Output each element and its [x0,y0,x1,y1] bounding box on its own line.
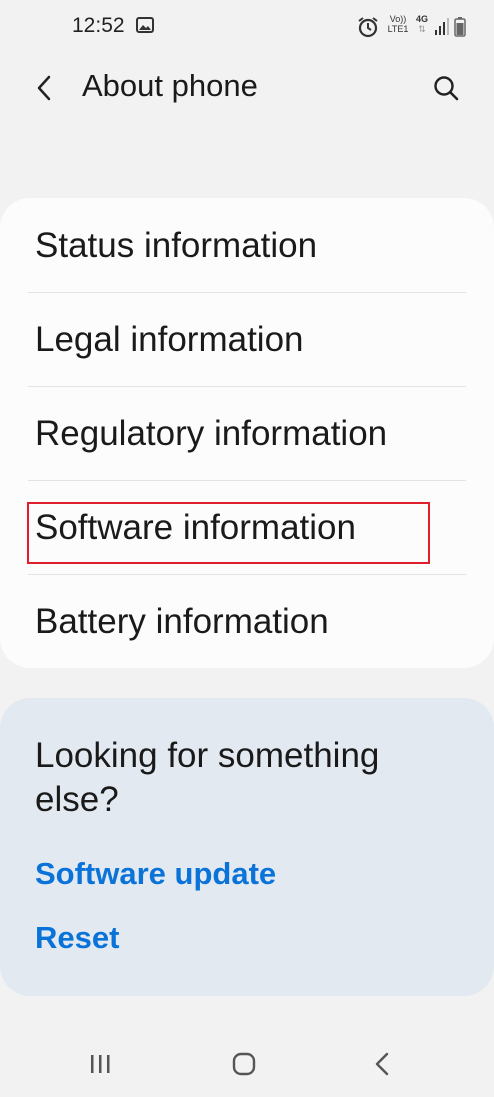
gallery-icon [136,16,154,39]
about-info-list: Status information Legal information Reg… [0,198,494,668]
home-icon [232,1052,256,1075]
battery-icon [454,17,466,42]
back-button[interactable] [22,66,66,110]
status-information-item[interactable]: Status information [0,198,494,292]
item-label: Legal information [35,320,304,359]
status-bar: 12:52 Vo)) LTE1 4G ⇅ [0,0,494,54]
recent-apps-icon [91,1054,110,1073]
regulatory-information-item[interactable]: Regulatory information [0,386,494,480]
4g-data-icon: 4G ⇅ [412,14,432,34]
signal-icon [434,18,450,41]
item-label: Battery information [35,602,329,641]
chevron-left-icon [37,75,51,101]
search-icon [434,76,459,101]
item-label: Regulatory information [35,414,388,453]
system-back-button[interactable] [352,1030,412,1097]
software-update-link[interactable]: Software update [35,856,276,892]
status-time: 12:52 [72,14,125,37]
battery-information-item[interactable]: Battery information [0,574,494,668]
app-header: About phone [0,54,494,124]
page-title: About phone [82,68,258,103]
volte-top-text: Vo)) [389,14,407,24]
alarm-icon [356,16,380,43]
search-button[interactable] [424,66,468,110]
navigation-bar [0,1030,494,1097]
network-type: 4G [415,14,428,24]
reset-link[interactable]: Reset [35,920,119,956]
volte-bottom-text: LTE1 [387,24,409,34]
suggestions-title: Looking for something else? [35,736,380,819]
back-icon [375,1052,389,1075]
legal-information-item[interactable]: Legal information [0,292,494,386]
highlight-annotation [27,502,430,564]
recent-apps-button[interactable] [70,1030,130,1097]
suggestions-card: Looking for something else? Software upd… [0,698,494,996]
volte-icon: Vo)) LTE1 [386,14,410,34]
item-label: Status information [35,226,318,265]
home-button[interactable] [214,1030,274,1097]
